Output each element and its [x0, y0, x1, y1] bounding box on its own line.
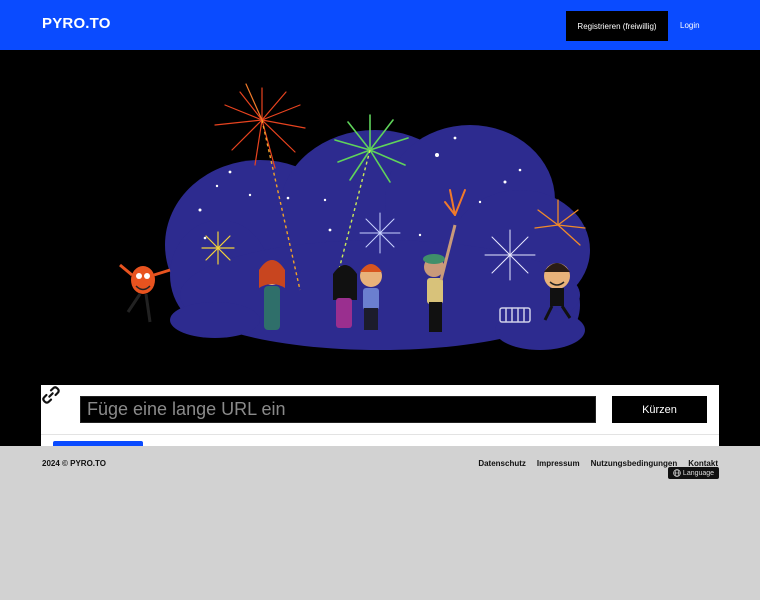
- globe-icon: [673, 469, 681, 477]
- language-label: Language: [682, 469, 715, 477]
- top-navbar: PYRO.TO Registrieren (freiwillig) Login: [0, 0, 760, 50]
- firework-red: [214, 83, 306, 169]
- footer-link-imprint[interactable]: Impressum: [537, 459, 580, 468]
- footer: 2024 © PYRO.TO Datenschutz Impressum Nut…: [0, 446, 760, 600]
- hero-section: Kürzen Erweiterte Optionen: [0, 50, 760, 467]
- register-button[interactable]: Registrieren (freiwillig): [566, 11, 668, 41]
- login-link[interactable]: Login: [680, 21, 700, 30]
- link-icon: [42, 386, 60, 404]
- firework-yellow: [201, 231, 235, 265]
- long-url-input[interactable]: [80, 396, 596, 423]
- footer-link-privacy[interactable]: Datenschutz: [478, 459, 526, 468]
- fireworks-illustration: [119, 83, 590, 350]
- character-left-jumping: [119, 263, 171, 323]
- url-input-row: Kürzen: [41, 385, 719, 435]
- copyright-text: 2024 © PYRO.TO: [42, 459, 106, 468]
- footer-link-terms[interactable]: Nutzungsbedingungen: [591, 459, 678, 468]
- shorten-button[interactable]: Kürzen: [612, 396, 707, 423]
- firework-white: [359, 212, 401, 254]
- firework-white-right: [484, 229, 536, 281]
- language-button[interactable]: Language: [668, 467, 719, 479]
- brand-logo-link[interactable]: PYRO.TO: [42, 15, 111, 32]
